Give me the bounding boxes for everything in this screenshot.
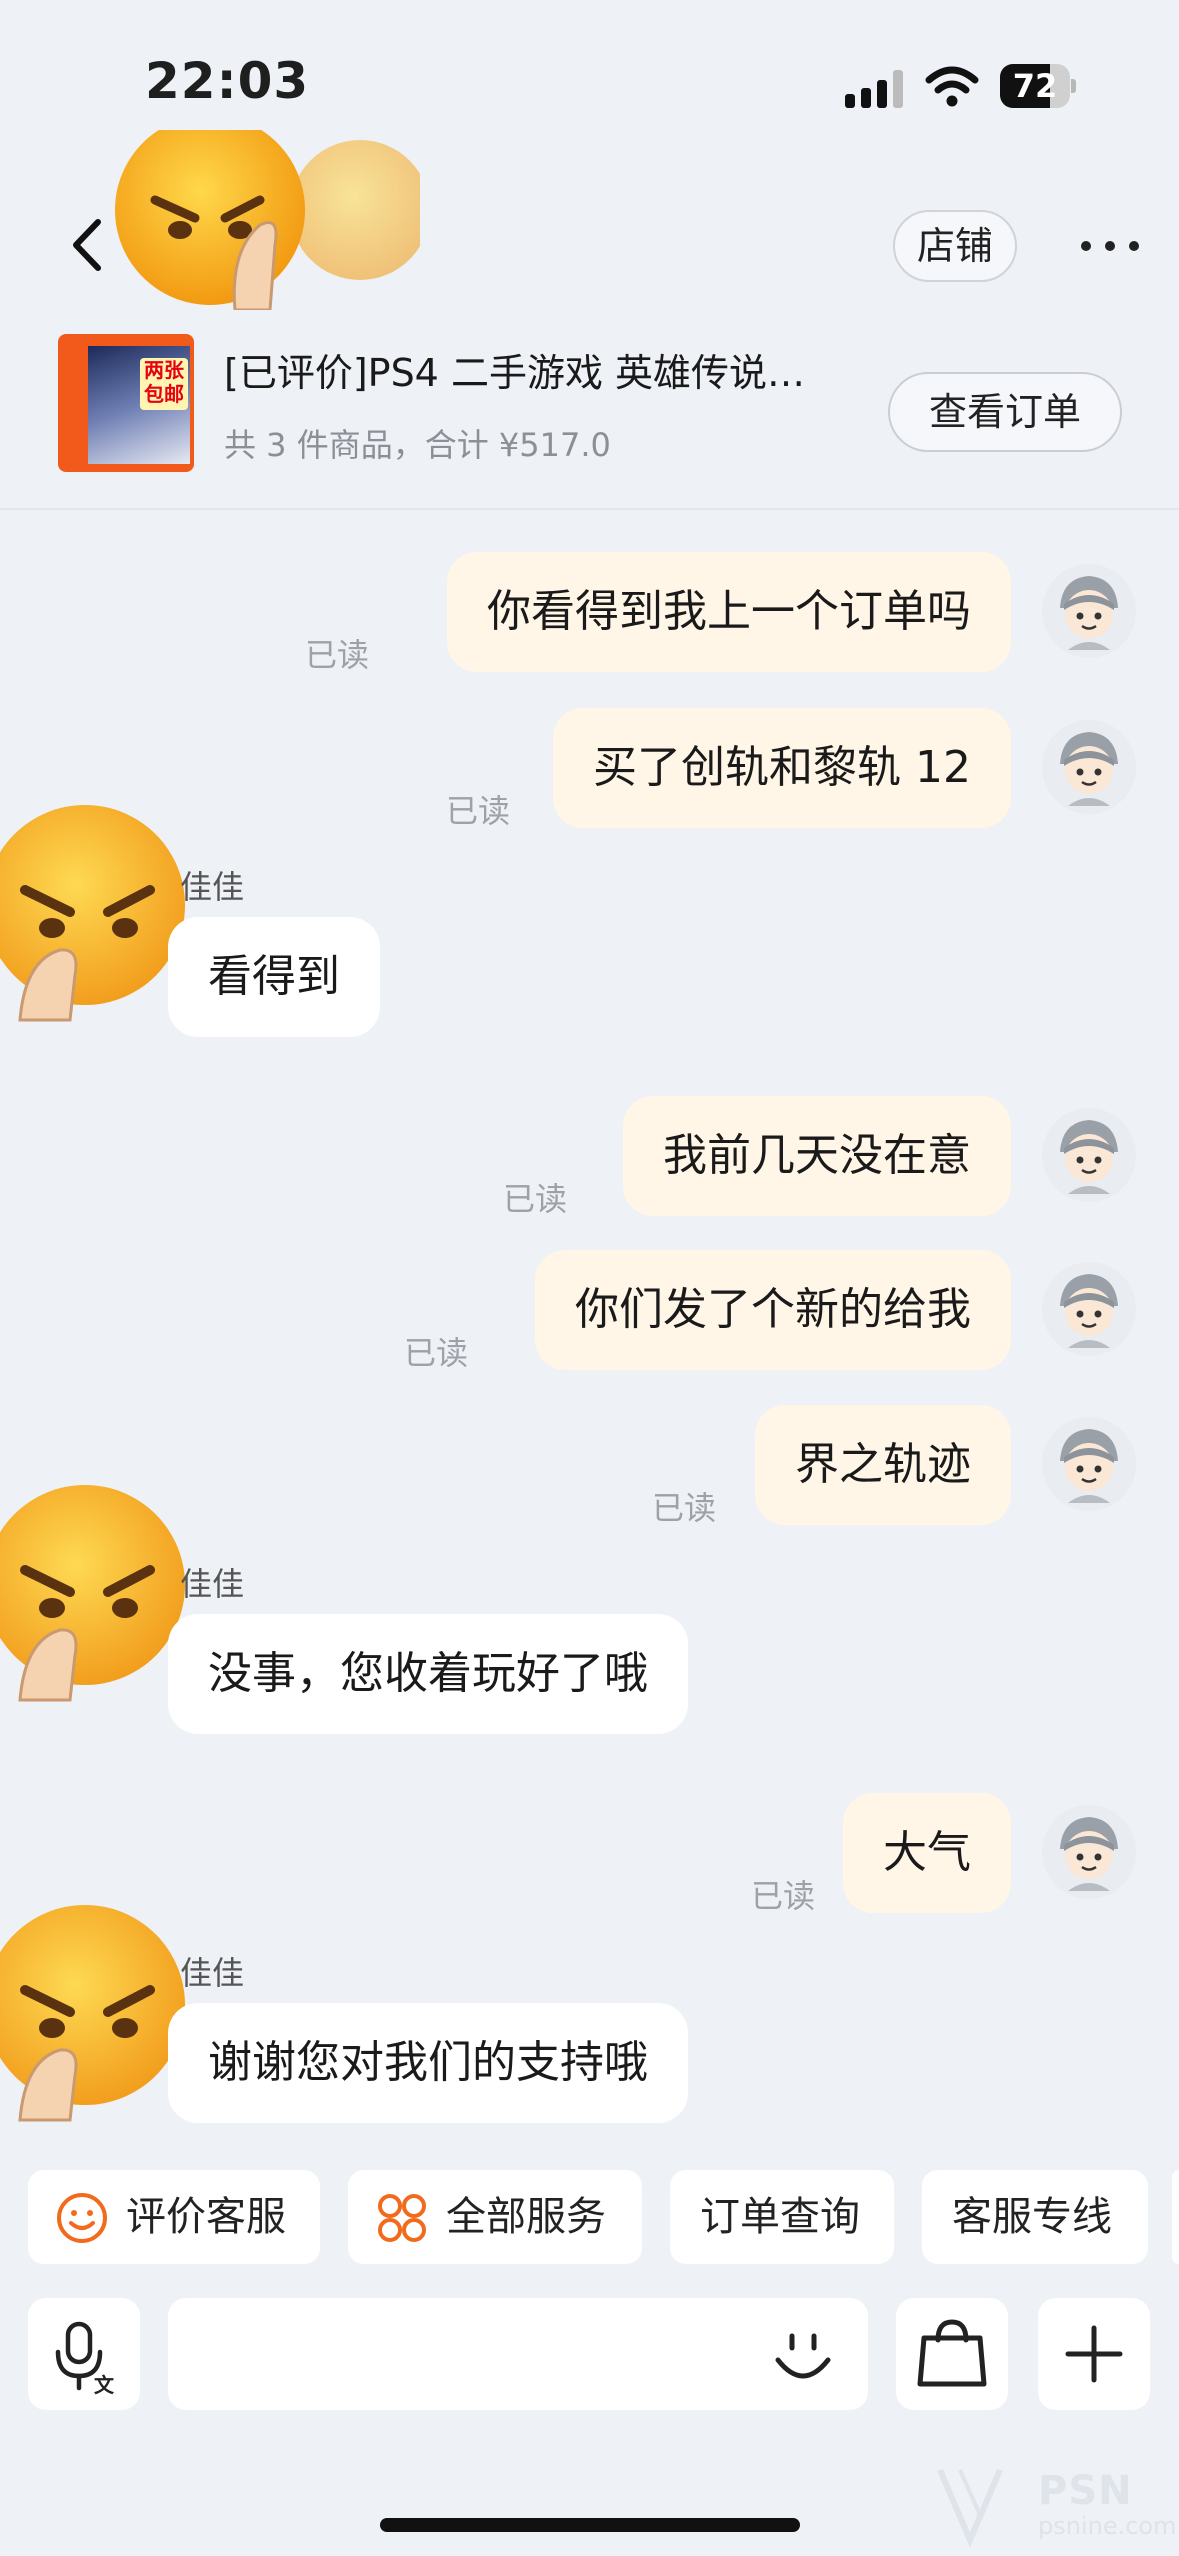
read-receipt: 已读	[446, 792, 511, 830]
sender-name: 佳佳	[180, 868, 245, 906]
all-services-chip[interactable]: 全部服务	[348, 2170, 642, 2264]
store-button[interactable]: 店铺	[893, 210, 1017, 282]
battery-percent: 72	[1012, 67, 1058, 105]
incoming-message-bubble[interactable]: 没事，您收着玩好了哦	[168, 1614, 688, 1734]
read-receipt: 已读	[404, 1334, 469, 1372]
grid-icon	[378, 2194, 426, 2242]
smile-icon	[57, 2193, 107, 2243]
user-avatar[interactable]	[1042, 1417, 1136, 1511]
sender-name: 佳佳	[180, 1954, 245, 1992]
shopping-bag-icon	[917, 2319, 987, 2387]
outgoing-message-bubble[interactable]: 你们发了个新的给我	[535, 1250, 1011, 1370]
order-card[interactable]: 两张包邮 [已评价]PS4 二手游戏 英雄传说… 共 3 件商品，合计 ¥517…	[0, 320, 1179, 510]
service-hotline-chip[interactable]: 客服专线	[922, 2170, 1148, 2264]
product-title: [已评价]PS4 二手游戏 英雄传说…	[224, 351, 806, 395]
watermark-site: psnine.com	[1038, 2512, 1177, 2540]
shop-avatar[interactable]	[110, 115, 430, 312]
battery-icon: 72	[1000, 64, 1076, 108]
read-receipt: 已读	[652, 1489, 717, 1527]
next-chip-edge[interactable]	[1172, 2170, 1179, 2264]
chip-label: 全部服务	[446, 2194, 606, 2240]
input-row: 文	[0, 2298, 1179, 2414]
user-avatar[interactable]	[1042, 1805, 1136, 1899]
message-input[interactable]	[168, 2298, 868, 2410]
quick-actions-bar: 评价客服 全部服务 订单查询 客服专线	[0, 2170, 1179, 2266]
incoming-message-bubble[interactable]: 看得到	[168, 917, 380, 1037]
read-receipt: 已读	[751, 1877, 816, 1915]
outgoing-message-bubble[interactable]: 大气	[843, 1793, 1011, 1913]
incoming-message-bubble[interactable]: 谢谢您对我们的支持哦	[168, 2003, 688, 2123]
view-order-button[interactable]: 查看订单	[888, 372, 1122, 452]
rate-service-chip[interactable]: 评价客服	[28, 2170, 320, 2264]
microphone-icon: 文	[55, 2321, 115, 2397]
chip-label: 订单查询	[700, 2194, 860, 2240]
outgoing-message-bubble[interactable]: 买了创轨和黎轨 12	[553, 708, 1011, 828]
chevron-left-icon	[73, 219, 101, 271]
emoji-face-icon	[775, 2333, 831, 2379]
plus-icon	[1065, 2325, 1123, 2383]
outgoing-message-bubble[interactable]: 你看得到我上一个订单吗	[447, 552, 1011, 672]
read-receipt: 已读	[503, 1180, 568, 1218]
wifi-icon	[925, 64, 979, 108]
svg-text:文: 文	[94, 2373, 115, 2397]
thumbnail-badge: 两张包邮	[140, 358, 188, 410]
emoji-button[interactable]	[772, 2326, 834, 2388]
shopping-bag-button[interactable]	[896, 2298, 1008, 2410]
chip-label: 评价客服	[126, 2194, 286, 2240]
user-avatar[interactable]	[1042, 564, 1136, 658]
user-avatar[interactable]	[1042, 720, 1136, 814]
order-query-chip[interactable]: 订单查询	[670, 2170, 894, 2264]
more-actions-button[interactable]	[1038, 2298, 1150, 2410]
chip-label: 客服专线	[952, 2194, 1112, 2240]
order-summary: 共 3 件商品，合计 ¥517.0	[224, 426, 611, 464]
read-receipt: 已读	[305, 636, 370, 674]
product-thumbnail[interactable]: 两张包邮	[58, 334, 194, 472]
voice-input-button[interactable]: 文	[28, 2298, 140, 2410]
home-indicator	[380, 2518, 800, 2532]
outgoing-message-bubble[interactable]: 界之轨迹	[755, 1405, 1011, 1525]
sender-name: 佳佳	[180, 1565, 245, 1603]
back-button[interactable]	[62, 210, 112, 280]
user-avatar[interactable]	[1042, 1262, 1136, 1356]
status-time: 22:03	[145, 52, 310, 110]
watermark-brand: PSN	[1038, 2468, 1133, 2514]
user-avatar[interactable]	[1042, 1108, 1136, 1202]
cellular-signal-icon	[845, 70, 905, 108]
outgoing-message-bubble[interactable]: 我前几天没在意	[623, 1096, 1011, 1216]
more-options-button[interactable]	[1075, 228, 1145, 264]
